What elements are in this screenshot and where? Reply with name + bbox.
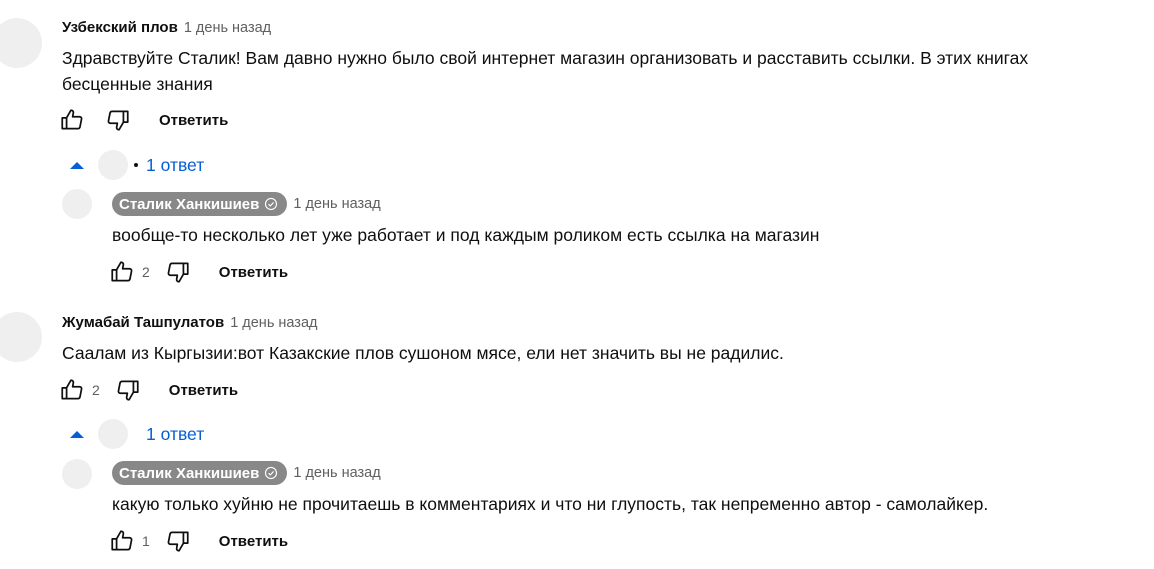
- verified-check-icon: [265, 466, 278, 480]
- comment-text: Саалам из Кыргызии:вот Казакские плов су…: [62, 343, 784, 363]
- comment-time[interactable]: 1 день назад: [230, 315, 317, 331]
- reply-actions: 2 Ответить: [108, 258, 288, 286]
- comment-header: Узбекский плов 1 день назад: [62, 19, 271, 36]
- reply-button[interactable]: Ответить: [219, 264, 288, 281]
- reply-avatar[interactable]: [62, 459, 92, 489]
- comment-actions: 2 Ответить: [58, 376, 238, 404]
- like-count: 2: [92, 382, 100, 398]
- thumb-up-icon: [111, 530, 133, 551]
- reply-button[interactable]: Ответить: [169, 382, 238, 399]
- comment-time[interactable]: 1 день назад: [184, 20, 271, 36]
- reply-author: Сталик Ханкишиев: [119, 195, 260, 213]
- replies-count: 1 ответ: [146, 154, 205, 175]
- thumb-down-icon: [117, 380, 139, 401]
- like-button[interactable]: [108, 527, 136, 555]
- comment-avatar[interactable]: [0, 312, 42, 362]
- caret-up-icon: [70, 161, 84, 169]
- dislike-button[interactable]: [164, 258, 192, 286]
- like-button[interactable]: [58, 106, 86, 134]
- reply-text: какую только хуйню не прочитаешь в комме…: [112, 494, 989, 514]
- replies-toggle[interactable]: 1 ответ: [70, 419, 204, 449]
- thumb-up-icon: [61, 109, 83, 130]
- reply-author: Сталик Ханкишиев: [119, 464, 260, 482]
- separator-dot: [134, 163, 138, 167]
- dislike-button[interactable]: [164, 527, 192, 555]
- channel-owner-badge[interactable]: Сталик Ханкишиев: [112, 461, 288, 485]
- thumb-down-icon: [167, 531, 189, 552]
- reply-avatar[interactable]: [62, 189, 92, 219]
- caret-up-icon: [70, 430, 84, 438]
- like-count: 1: [142, 533, 150, 549]
- reply-header: Сталик Ханкишиев 1 день назад: [112, 461, 381, 485]
- reply-button[interactable]: Ответить: [159, 112, 228, 129]
- comment-header: Жумабай Ташпулатов 1 день назад: [62, 314, 317, 331]
- like-button[interactable]: [58, 376, 86, 404]
- reply-time[interactable]: 1 день назад: [293, 196, 380, 212]
- comment-avatar[interactable]: [0, 18, 42, 68]
- thumb-up-icon: [111, 261, 133, 282]
- replies-count: 1 ответ: [146, 423, 205, 444]
- reply-text: вообще-то несколько лет уже работает и п…: [112, 225, 820, 245]
- reply-time[interactable]: 1 день назад: [293, 465, 380, 481]
- like-count: 2: [142, 264, 150, 280]
- channel-owner-badge[interactable]: Сталик Ханкишиев: [112, 192, 288, 216]
- verified-check-icon: [265, 197, 278, 211]
- thumb-up-icon: [61, 379, 83, 400]
- reply-button[interactable]: Ответить: [219, 533, 288, 550]
- like-button[interactable]: [108, 258, 136, 286]
- comment-author[interactable]: Жумабай Ташпулатов: [62, 314, 224, 331]
- comment-author[interactable]: Узбекский плов: [62, 19, 178, 36]
- comment-actions: Ответить: [58, 106, 228, 134]
- thumb-down-icon: [167, 262, 189, 283]
- reply-preview-avatar: [98, 150, 128, 180]
- reply-preview-avatar: [98, 419, 128, 449]
- reply-header: Сталик Ханкишиев 1 день назад: [112, 192, 381, 216]
- reply-actions: 1 Ответить: [108, 527, 288, 555]
- dislike-button[interactable]: [104, 106, 132, 134]
- replies-toggle[interactable]: 1 ответ: [70, 150, 204, 180]
- comment-text: Здравствуйте Сталик! Вам давно нужно был…: [62, 48, 1029, 94]
- dislike-button[interactable]: [114, 376, 142, 404]
- thumb-down-icon: [107, 110, 129, 131]
